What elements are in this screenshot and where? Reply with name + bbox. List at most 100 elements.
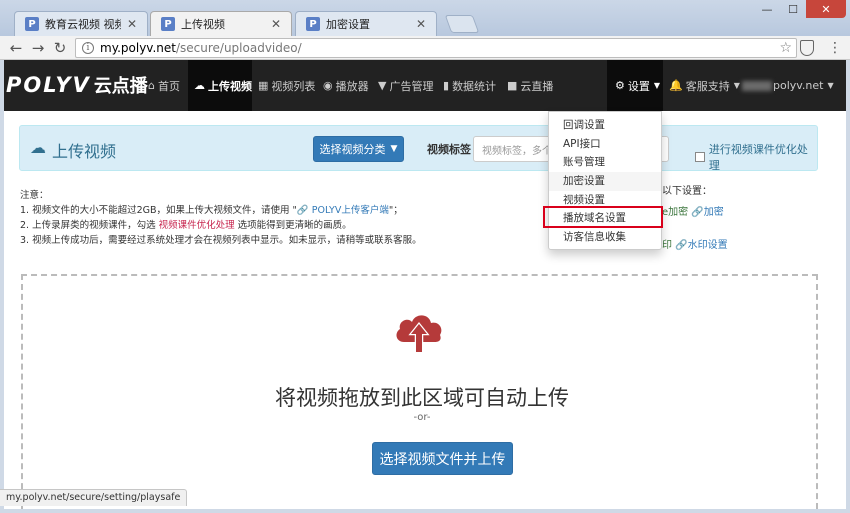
minimize-button[interactable]: —: [754, 0, 780, 18]
dropzone-or: -or-: [413, 412, 431, 423]
video-camera-icon: ■: [507, 79, 518, 92]
notes-heading: 注意：: [20, 190, 49, 201]
nav-live[interactable]: ■ 云直播: [507, 60, 557, 111]
menu-item-account[interactable]: 账号管理: [549, 153, 661, 172]
right-notes-heading: 以下设置：: [662, 186, 712, 197]
info-icon[interactable]: i: [82, 42, 94, 54]
nav-label: 首页: [157, 79, 180, 93]
url-path: /secure/uploadvideo/: [175, 41, 302, 55]
caret-down-icon: ▼: [653, 81, 661, 90]
encrypt-links: e加密 🔗加密: [662, 203, 724, 218]
nav-upload[interactable]: ☁ 上传视频: [188, 60, 252, 111]
forward-arrow-icon[interactable]: →: [28, 39, 48, 57]
nav-label: 设置: [627, 79, 650, 93]
nav-ads[interactable]: ▼ 广告管理: [378, 60, 438, 111]
watermark-link[interactable]: 🔗水印设置: [675, 240, 727, 251]
caret-down-icon: ▼: [733, 81, 740, 90]
browser-tab-2[interactable]: P 上传视频 ✕: [150, 11, 292, 36]
close-window-button[interactable]: ✕: [806, 0, 846, 18]
nav-label: 播放器: [335, 79, 369, 93]
url-host: my.polyv.net: [100, 41, 176, 55]
site-navbar: POLYV 云点播 ⌂ 首页 ☁ 上传视频 ▦ 视频列表 ◉ 播放器 ▼ 广告管理 ▮ 数据…: [4, 60, 846, 111]
upload-header-panel: ☁ 上传视频 选择视频分类 ▼ 视频标签 视频标签，多个 进行视频课件优化处理: [19, 125, 818, 173]
note-text: 选项能得到更清晰的画质。: [237, 220, 352, 231]
optimize-checkbox[interactable]: 进行视频课件优化处理: [695, 141, 817, 173]
highlight-annotation-box: [543, 206, 663, 228]
watermark-fragment: 印: [662, 240, 672, 251]
address-bar[interactable]: i my.polyv.net/secure/uploadvideo/ ☆: [75, 38, 797, 58]
polyv-logo[interactable]: POLYV 云点播: [6, 71, 148, 99]
browser-tab-3[interactable]: P 加密设置 ✕: [295, 11, 437, 36]
tab-title: 教育云视频 视频托管 _(: [45, 18, 121, 31]
link-text: 水印设置: [687, 240, 728, 251]
tab-close-icon[interactable]: ✕: [269, 17, 283, 31]
nav-settings[interactable]: ⚙ 设置 ▼: [607, 60, 663, 111]
tab-close-icon[interactable]: ✕: [125, 17, 139, 31]
browser-toolbar: ← → ↻ i my.polyv.net/secure/uploadvideo/…: [0, 36, 850, 60]
browser-menu-icon[interactable]: ⋮: [828, 40, 842, 56]
new-tab-button[interactable]: [444, 15, 480, 33]
reload-icon[interactable]: ↻: [50, 39, 70, 57]
nav-label: 客服支持: [685, 79, 730, 93]
nav-support[interactable]: 🔔 客服支持 ▼: [669, 60, 740, 111]
nav-user[interactable]: polyv.net ▼: [742, 60, 842, 111]
nav-label: 视频列表: [271, 79, 316, 93]
browser-titlebar: P 教育云视频 视频托管 _( ✕ P 上传视频 ✕ P 加密设置 ✕ — ☐ …: [0, 0, 850, 36]
chevron-down-icon: ▼: [390, 144, 398, 154]
link-icon: 🔗: [675, 240, 688, 251]
page-title: 上传视频: [52, 142, 117, 161]
redacted-username: [742, 80, 772, 91]
window-bottom-edge: [0, 509, 850, 513]
nav-statistics[interactable]: ▮ 数据统计: [443, 60, 503, 111]
polyv-favicon-icon: P: [161, 17, 175, 31]
link-icon: 🔗: [296, 205, 309, 216]
nav-video-list[interactable]: ▦ 视频列表: [258, 60, 318, 111]
note-text: "；: [388, 205, 403, 216]
gear-icon: ⚙: [615, 79, 625, 92]
video-tag-label: 视频标签: [427, 143, 471, 156]
checkbox-box[interactable]: [695, 152, 705, 162]
dropzone-title: 将视频拖放到此区域可自动上传: [275, 386, 569, 410]
tab-title: 加密设置: [326, 18, 370, 31]
watermark-links: 印 🔗水印设置: [662, 236, 728, 251]
home-icon: ⌂: [148, 79, 155, 92]
encrypt-link[interactable]: 🔗加密: [691, 207, 723, 218]
note-line-2: 2. 上传录屏类的视频课件，勾选 视频课件优化处理 选项能得到更清晰的画质。: [20, 218, 422, 233]
nav-label: 广告管理: [389, 79, 434, 93]
bookmark-star-icon[interactable]: ☆: [779, 40, 792, 56]
filter-icon: ▼: [378, 79, 387, 92]
bell-icon: 🔔: [669, 79, 683, 92]
select-file-upload-button[interactable]: 选择视频文件并上传: [372, 442, 513, 475]
link-text: POLYV上传客户端: [311, 205, 389, 216]
nav-player[interactable]: ◉ 播放器: [323, 60, 373, 111]
browser-tab-1[interactable]: P 教育云视频 视频托管 _( ✕: [14, 11, 148, 36]
status-bar-url: my.polyv.net/secure/setting/playsafe: [0, 489, 188, 506]
maximize-button[interactable]: ☐: [780, 0, 806, 18]
nav-home[interactable]: ⌂ 首页: [148, 60, 188, 111]
cloud-upload-icon: ☁: [30, 138, 46, 157]
tab-title: 上传视频: [181, 18, 225, 31]
note-text: 2. 上传录屏类的视频课件，勾选: [20, 220, 156, 231]
shield-extension-icon[interactable]: [800, 40, 814, 56]
select-category-button[interactable]: 选择视频分类 ▼: [313, 136, 404, 162]
menu-item-encryption[interactable]: 加密设置: [549, 172, 661, 191]
upload-client-link[interactable]: 🔗 POLYV上传客户端: [297, 205, 389, 216]
menu-item-callback[interactable]: 回调设置: [549, 116, 661, 135]
menu-item-visitor-info[interactable]: 访客信息收集: [549, 228, 661, 247]
nav-label: 上传视频: [208, 79, 252, 93]
settings-dropdown: 回调设置 API接口 账号管理 加密设置 视频设置 播放域名设置 访客信息收集: [548, 111, 662, 250]
polyv-favicon-icon: P: [25, 17, 39, 31]
optimize-highlight: 视频课件优化处理: [158, 220, 235, 231]
link-text: 加密: [703, 207, 724, 218]
tab-close-icon[interactable]: ✕: [414, 17, 428, 31]
link-icon: 🔗: [691, 207, 704, 218]
logo-text: POLYV: [6, 73, 91, 97]
logo-subtitle: 云点播: [93, 76, 148, 97]
nav-label: 云直播: [520, 79, 554, 93]
bar-chart-icon: ▮: [443, 79, 450, 92]
encrypt-green-text: e加密: [662, 207, 689, 218]
menu-item-api[interactable]: API接口: [549, 135, 661, 154]
back-arrow-icon[interactable]: ←: [6, 39, 26, 57]
film-icon: ▦: [258, 79, 269, 92]
cloud-upload-icon: [396, 315, 442, 354]
